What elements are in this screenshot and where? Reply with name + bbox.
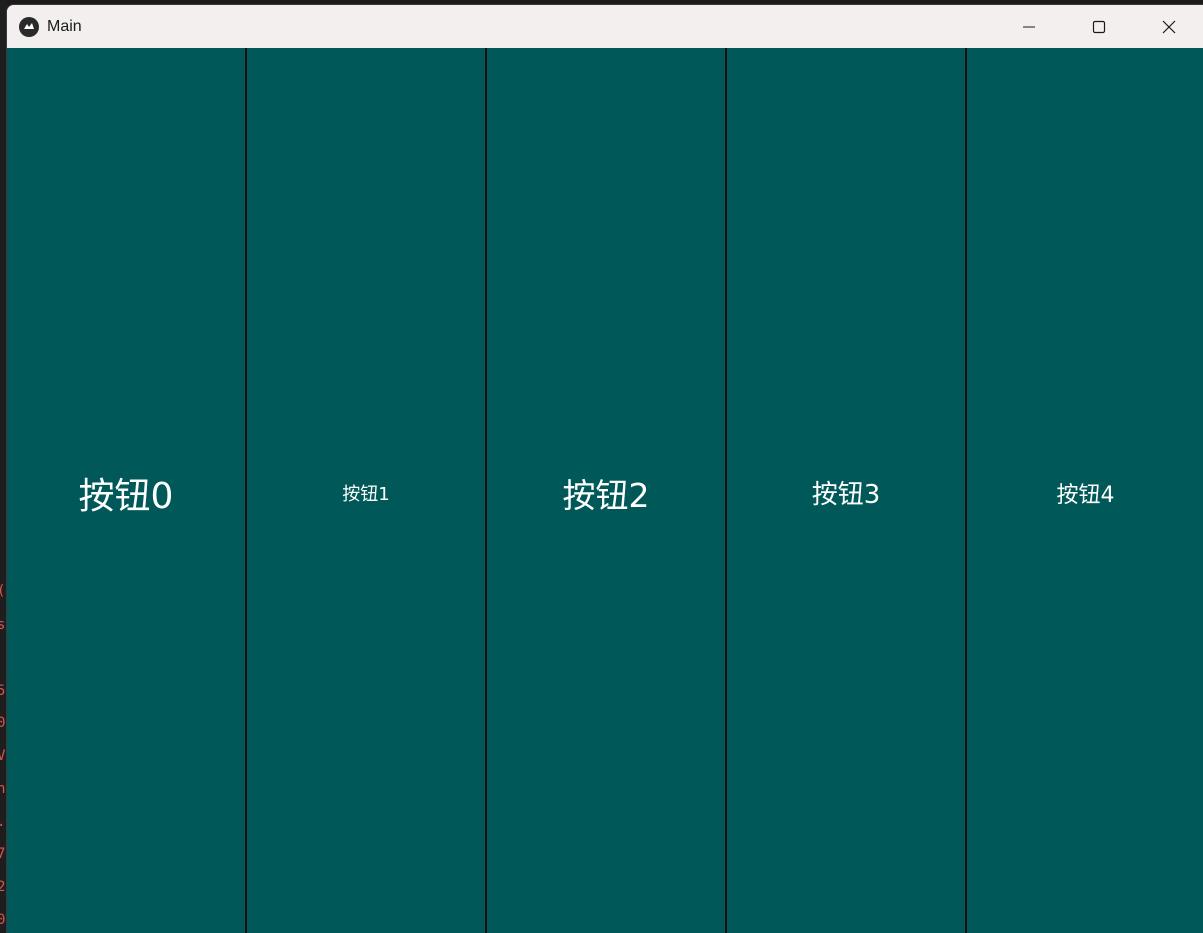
maximize-icon bbox=[1092, 20, 1106, 33]
background-text: . bbox=[0, 814, 5, 830]
background-text: s bbox=[0, 617, 6, 633]
background-text: 0 bbox=[0, 715, 6, 731]
background-text: ( bbox=[0, 583, 5, 599]
close-icon bbox=[1162, 20, 1176, 33]
background-text: 0 bbox=[0, 912, 6, 928]
button-row-layout: 按钮0 按钮1 按钮2 按钮3 按钮4 bbox=[7, 48, 1203, 933]
button-3-label: 按钮3 bbox=[811, 480, 881, 510]
background-text: 7 bbox=[0, 846, 6, 862]
button-4-label: 按钮4 bbox=[1056, 482, 1115, 508]
button-1-label: 按钮1 bbox=[342, 483, 390, 505]
button-1[interactable]: 按钮1 bbox=[247, 48, 485, 933]
maximize-button[interactable] bbox=[1064, 5, 1134, 48]
title-bar[interactable]: Main bbox=[7, 5, 1203, 48]
background-text: V bbox=[0, 748, 6, 764]
app-window: Main 按钮0 按钮1 按钮2 按钮3 按钮4 bbox=[6, 4, 1203, 933]
button-0-label: 按钮0 bbox=[78, 475, 174, 517]
button-4[interactable]: 按钮4 bbox=[967, 48, 1203, 933]
button-2[interactable]: 按钮2 bbox=[487, 48, 725, 933]
minimize-icon bbox=[1023, 26, 1035, 27]
window-title: Main bbox=[47, 17, 82, 35]
button-2-label: 按钮2 bbox=[562, 475, 650, 515]
button-0[interactable]: 按钮0 bbox=[7, 48, 245, 933]
close-button[interactable] bbox=[1134, 5, 1203, 48]
background-text: 5 bbox=[0, 683, 6, 699]
background-text: n bbox=[0, 781, 6, 797]
button-3[interactable]: 按钮3 bbox=[727, 48, 965, 933]
minimize-button[interactable] bbox=[994, 5, 1064, 48]
background-text: 2 bbox=[0, 879, 6, 895]
kivy-app-icon bbox=[19, 16, 39, 37]
window-controls bbox=[994, 5, 1203, 48]
